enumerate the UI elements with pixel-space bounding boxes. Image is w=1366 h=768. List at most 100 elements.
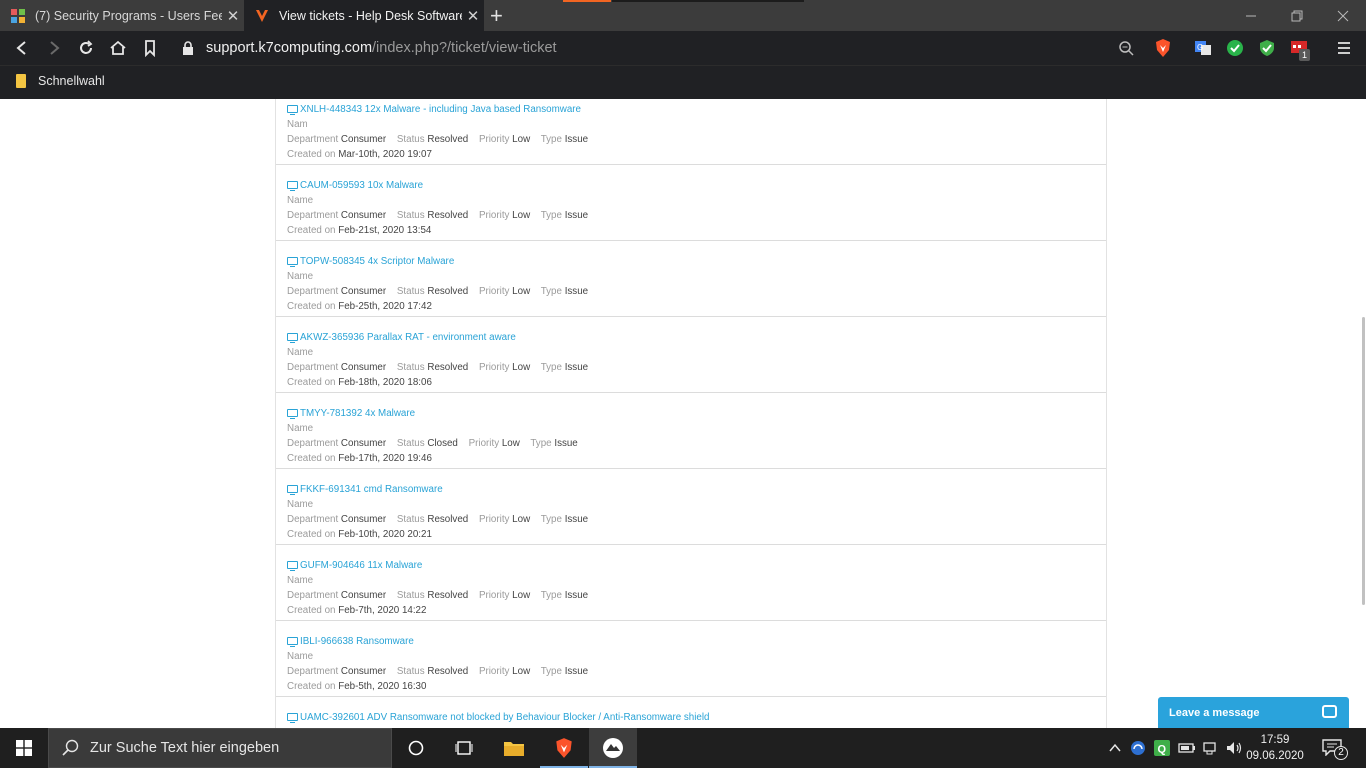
clock-date: 09.06.2020 — [1246, 750, 1304, 762]
ticket-name-line: Nam — [287, 117, 1106, 132]
ticket-row[interactable]: UAMC-392601 ADV Ransomware not blocked b… — [276, 697, 1106, 728]
system-clock[interactable]: 17:59 09.06.2020 — [1243, 732, 1307, 764]
created-on-label: Created on — [287, 149, 336, 160]
menu-icon[interactable] — [1335, 39, 1353, 57]
ticket-title-link[interactable]: UAMC-392601 ADV Ransomware not blocked b… — [300, 712, 710, 723]
new-tab-button[interactable]: + — [490, 3, 503, 29]
address-bar[interactable]: support.k7computing.com/index.php?/ticke… — [172, 34, 1144, 62]
scrollbar-thumb[interactable] — [1362, 317, 1365, 605]
ticket-row[interactable]: GUFM-904646 11x Malware Name Department Co… — [276, 545, 1106, 621]
department-value: Consumer — [340, 514, 387, 525]
ticket-header[interactable]: FKKF-691341 cmd Ransomware — [287, 482, 1106, 497]
network-tray-icon[interactable] — [1130, 740, 1146, 756]
reload-icon[interactable] — [77, 39, 95, 57]
priority-value: Low — [512, 286, 531, 297]
brave-shields-icon[interactable] — [1154, 38, 1172, 58]
ethernet-icon[interactable] — [1202, 740, 1220, 756]
lock-icon — [183, 41, 193, 55]
name-label: Nam — [287, 119, 308, 130]
brave-taskbar-button[interactable] — [540, 728, 588, 768]
ticket-meta-line: Department Consumer Status Resolved Prio… — [287, 512, 1106, 527]
ticket-header[interactable]: CAUM-059593 10x Malware — [287, 178, 1106, 193]
status-value: Resolved — [427, 286, 469, 297]
app-taskbar-button[interactable] — [589, 728, 637, 768]
type-value: Issue — [564, 210, 589, 221]
bookmark-icon[interactable] — [141, 39, 159, 57]
ticket-header[interactable]: XNLH-448343 12x Malware - including Java… — [287, 102, 1106, 117]
tab-bar: (7) Security Programs - Users Feedback ✕… — [0, 0, 1366, 31]
ticket-row[interactable]: IBLI-966638 Ransomware Name Department Con… — [276, 621, 1106, 697]
ticket-row[interactable]: AKWZ-365936 Parallax RAT - environment a… — [276, 317, 1106, 393]
department-label: Department — [287, 362, 339, 373]
ticket-row[interactable]: TOPW-508345 4x Scriptor Malware Name Depar… — [276, 241, 1106, 317]
ticket-title-link[interactable]: IBLI-966638 Ransomware — [300, 636, 414, 647]
bookmark-folder-schnellwahl[interactable]: Schnellwahl — [16, 74, 105, 88]
ticket-header[interactable]: IBLI-966638 Ransomware — [287, 634, 1106, 649]
ticket-created-line: Created on Feb-17th, 2020 19:46 — [287, 451, 1106, 466]
start-button[interactable] — [0, 728, 48, 768]
notifications-button[interactable]: 2 — [1322, 738, 1348, 760]
created-value: Feb-18th, 2020 18:06 — [338, 377, 432, 388]
taskbar-search[interactable]: Zur Suche Text hier eingeben — [48, 728, 392, 768]
back-icon[interactable] — [13, 39, 31, 57]
show-hidden-icons-icon[interactable] — [1108, 740, 1122, 756]
qbittorrent-tray-icon[interactable]: Q — [1154, 740, 1170, 756]
ticket-title-link[interactable]: XNLH-448343 12x Malware - including Java… — [300, 104, 581, 115]
ticket-title-link[interactable]: CAUM-059593 10x Malware — [300, 180, 423, 191]
ticket-title-link[interactable]: AKWZ-365936 Parallax RAT - environment a… — [300, 332, 516, 343]
google-translate-icon[interactable]: G — [1194, 39, 1212, 57]
extension-with-badge[interactable]: 1 — [1290, 39, 1310, 61]
close-tab-icon[interactable]: ✕ — [222, 7, 244, 25]
ticket-meta-line: Department Consumer Status Resolved Prio… — [287, 132, 1106, 147]
forward-icon[interactable] — [45, 39, 63, 57]
ticket-title-link[interactable]: GUFM-904646 11x Malware — [300, 560, 422, 571]
ticket-header[interactable]: GUFM-904646 11x Malware — [287, 558, 1106, 573]
file-explorer-button[interactable] — [490, 728, 538, 768]
zoom-icon[interactable] — [1118, 40, 1134, 56]
ticket-row[interactable]: FKKF-691341 cmd Ransomware Name Department… — [276, 469, 1106, 545]
status-value: Resolved — [427, 134, 469, 145]
type-label: Type — [540, 134, 562, 145]
close-tab-icon[interactable]: ✕ — [462, 7, 484, 25]
ticket-row[interactable]: XNLH-448343 12x Malware - including Java… — [276, 99, 1106, 165]
monitor-icon — [287, 256, 298, 267]
ticket-header[interactable]: AKWZ-365936 Parallax RAT - environment a… — [287, 330, 1106, 345]
monitor-icon — [287, 180, 298, 191]
minimize-button[interactable] — [1228, 0, 1274, 31]
cortana-button[interactable] — [392, 728, 440, 768]
monitor-icon — [287, 484, 298, 495]
ticket-title-link[interactable]: FKKF-691341 cmd Ransomware — [300, 484, 443, 495]
task-view-button[interactable] — [440, 728, 488, 768]
ticket-header[interactable]: UAMC-392601 ADV Ransomware not blocked b… — [287, 710, 1106, 725]
ticket-name-line: Name — [287, 573, 1106, 588]
restore-button[interactable] — [1274, 0, 1320, 31]
checkmark-extension-icon[interactable] — [1226, 39, 1244, 57]
ticket-row[interactable]: CAUM-059593 10x Malware Name Department Co… — [276, 165, 1106, 241]
volume-icon[interactable] — [1226, 740, 1244, 756]
monitor-icon — [287, 560, 298, 571]
leave-message-button[interactable]: Leave a message — [1158, 697, 1349, 728]
brave-icon — [556, 738, 572, 758]
shield-extension-icon[interactable] — [1258, 39, 1276, 57]
tab-view-tickets[interactable]: View tickets - Help Desk Software by ✕ — [244, 0, 484, 31]
home-icon[interactable] — [109, 39, 127, 57]
ticket-header[interactable]: TMYY-781392 4x Malware — [287, 406, 1106, 421]
created-on-label: Created on — [287, 377, 336, 388]
tab-strip-accent — [563, 0, 611, 2]
ticket-header[interactable]: TOPW-508345 4x Scriptor Malware — [287, 254, 1106, 269]
ticket-title-link[interactable]: TMYY-781392 4x Malware — [300, 408, 415, 419]
created-on-label: Created on — [287, 529, 336, 540]
ticket-row[interactable]: TMYY-781392 4x Malware Name Department Con… — [276, 393, 1106, 469]
tab-security-programs[interactable]: (7) Security Programs - Users Feedback ✕ — [0, 0, 244, 31]
name-label: Name — [287, 651, 314, 662]
created-on-label: Created on — [287, 681, 336, 692]
status-label: Status — [396, 134, 425, 145]
folder-icon — [16, 74, 26, 88]
battery-icon[interactable] — [1178, 740, 1196, 756]
priority-label: Priority — [478, 134, 510, 145]
ticket-name-line: Name — [287, 193, 1106, 208]
url-path: /index.php?/ticket/view-ticket — [372, 40, 557, 56]
ticket-title-link[interactable]: TOPW-508345 4x Scriptor Malware — [300, 256, 454, 267]
close-window-button[interactable] — [1320, 0, 1366, 31]
created-value: Feb-5th, 2020 16:30 — [338, 681, 427, 692]
